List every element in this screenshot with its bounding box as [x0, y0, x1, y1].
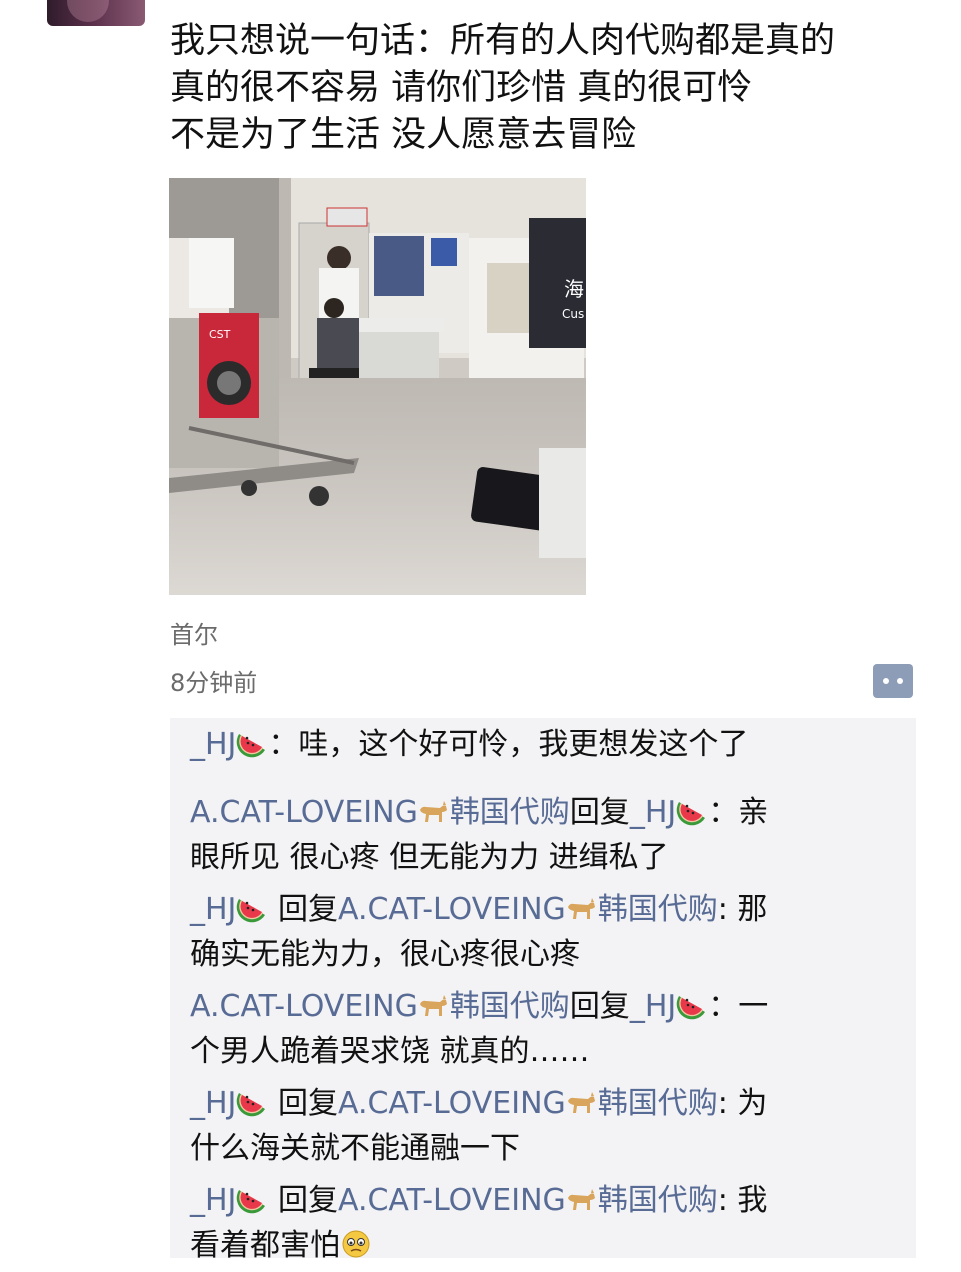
- cat-icon: [418, 794, 450, 824]
- post-text-line: 不是为了生活 没人愿意去冒险: [170, 115, 637, 155]
- comment-line: 个男人跪着哭求饶 就真的……: [190, 1029, 890, 1074]
- comment-line: _HJ 回复A.CAT-LOVEING 韩国代购: 我: [190, 1178, 890, 1223]
- trolley-brand: CST: [209, 328, 231, 341]
- customs-sign: 海: [564, 277, 584, 301]
- comment-text: 什么海关就不能通融一下: [190, 1131, 520, 1166]
- comment-text: 一: [738, 989, 769, 1024]
- worried-face-icon: [340, 1227, 372, 1258]
- comment-text: 眼所见 很心疼 但无能为力 进缉私了: [190, 840, 669, 875]
- reply-target[interactable]: _HJ: [630, 795, 676, 830]
- comment-line: 什么海关就不能通融一下: [190, 1126, 890, 1171]
- reply-target-suffix[interactable]: 韩国代购: [598, 1086, 718, 1121]
- comment-author[interactable]: _HJ: [190, 892, 236, 927]
- cat-icon: [566, 1085, 598, 1115]
- reply-target-suffix[interactable]: 韩国代购: [598, 1183, 718, 1218]
- watermelon-icon: [236, 1085, 268, 1117]
- watermelon-icon: [236, 1182, 268, 1214]
- reply-word: 回复: [268, 1086, 338, 1121]
- comment-line: _HJ ：哇，这个好可怜，我更想发这个了: [190, 722, 890, 767]
- comment-author[interactable]: A.CAT-LOVEING: [190, 989, 418, 1024]
- reply-target-suffix[interactable]: 韩国代购: [598, 892, 718, 927]
- user-avatar[interactable]: [47, 0, 145, 26]
- comment-separator: ：: [708, 989, 739, 1024]
- dot-icon: [883, 678, 889, 684]
- reply-word: 回复: [569, 989, 630, 1024]
- comment-item[interactable]: _HJ 回复A.CAT-LOVEING 韩国代购: 那确实无能为力，很心疼很心疼: [190, 887, 890, 977]
- comment-text: 我: [737, 1183, 768, 1218]
- post-location[interactable]: 首尔: [170, 615, 218, 650]
- comment-text: 为: [737, 1086, 768, 1121]
- airport-photo: 海 Cus CST: [169, 178, 586, 595]
- comment-author[interactable]: _HJ: [190, 1086, 236, 1121]
- comment-action-button[interactable]: [873, 664, 913, 698]
- comment-line: _HJ 回复A.CAT-LOVEING 韩国代购: 为: [190, 1081, 890, 1126]
- reply-word: 回复: [268, 1183, 338, 1218]
- comment-line: A.CAT-LOVEING 韩国代购回复_HJ ：亲: [190, 790, 890, 835]
- post-text-line: 真的很不容易 请你们珍惜 真的很可怜: [170, 68, 753, 108]
- comment-text: 那: [737, 892, 768, 927]
- comment-text: 亲: [738, 795, 769, 830]
- comment-line: A.CAT-LOVEING 韩国代购回复_HJ ：一: [190, 984, 890, 1029]
- comment-line: _HJ 回复A.CAT-LOVEING 韩国代购: 那: [190, 887, 890, 932]
- comment-item[interactable]: A.CAT-LOVEING 韩国代购回复_HJ ：亲眼所见 很心疼 但无能为力 进缉…: [190, 790, 890, 880]
- watermelon-icon: [676, 794, 708, 826]
- comment-author-suffix[interactable]: 韩国代购: [450, 795, 570, 830]
- comment-separator: :: [717, 1086, 738, 1121]
- reply-word: 回复: [569, 795, 630, 830]
- dot-icon: [897, 678, 903, 684]
- watermelon-icon: [236, 891, 268, 923]
- comment-separator: :: [717, 1183, 738, 1218]
- comment-author[interactable]: _HJ: [190, 727, 236, 762]
- comment-text: 哇，这个好可怜，我更想发这个了: [298, 727, 749, 762]
- reply-target[interactable]: A.CAT-LOVEING: [338, 1086, 566, 1121]
- post-timestamp: 8分钟前: [170, 669, 258, 697]
- comment-separator: ：: [268, 727, 299, 762]
- comment-text: 个男人跪着哭求饶 就真的……: [190, 1034, 590, 1069]
- cat-icon: [418, 988, 450, 1018]
- comments-section: _HJ ：哇，这个好可怜，我更想发这个了 A.CAT-LOVEING 韩国代购回复_H…: [170, 718, 916, 1263]
- comment-author-suffix[interactable]: 韩国代购: [450, 989, 570, 1024]
- comment-text: 看着都害怕: [190, 1228, 340, 1263]
- reply-word: 回复: [268, 892, 338, 927]
- comment-item[interactable]: _HJ ：哇，这个好可怜，我更想发这个了: [190, 722, 890, 767]
- reply-target[interactable]: A.CAT-LOVEING: [338, 892, 566, 927]
- comment-separator: ：: [708, 795, 739, 830]
- comment-item[interactable]: _HJ 回复A.CAT-LOVEING 韩国代购: 为什么海关就不能通融一下: [190, 1081, 890, 1171]
- post-photo[interactable]: 海 Cus CST: [169, 178, 586, 595]
- post-text: 我只想说一句话：所有的人肉代购都是真的 真的很不容易 请你们珍惜 真的很可怜 不…: [170, 18, 930, 159]
- comment-item[interactable]: A.CAT-LOVEING 韩国代购回复_HJ ：一个男人跪着哭求饶 就真的……: [190, 984, 890, 1074]
- comment-line: 眼所见 很心疼 但无能为力 进缉私了: [190, 835, 890, 880]
- comment-item[interactable]: _HJ 回复A.CAT-LOVEING 韩国代购: 我看着都害怕: [190, 1178, 890, 1268]
- comment-text: 确实无能为力，很心疼很心疼: [190, 937, 580, 972]
- comment-author[interactable]: _HJ: [190, 1183, 236, 1218]
- cat-icon: [566, 891, 598, 921]
- post-text-line: 我只想说一句话：所有的人肉代购都是真的: [170, 21, 836, 61]
- watermelon-icon: [676, 988, 708, 1020]
- reply-target[interactable]: _HJ: [630, 989, 676, 1024]
- watermelon-icon: [236, 726, 268, 758]
- comment-separator: :: [717, 892, 738, 927]
- comment-line: 看着都害怕: [190, 1223, 890, 1268]
- reply-target[interactable]: A.CAT-LOVEING: [338, 1183, 566, 1218]
- customs-sign-en: Cus: [562, 307, 584, 321]
- comment-author[interactable]: A.CAT-LOVEING: [190, 795, 418, 830]
- comment-line: 确实无能为力，很心疼很心疼: [190, 932, 890, 977]
- cat-icon: [566, 1182, 598, 1212]
